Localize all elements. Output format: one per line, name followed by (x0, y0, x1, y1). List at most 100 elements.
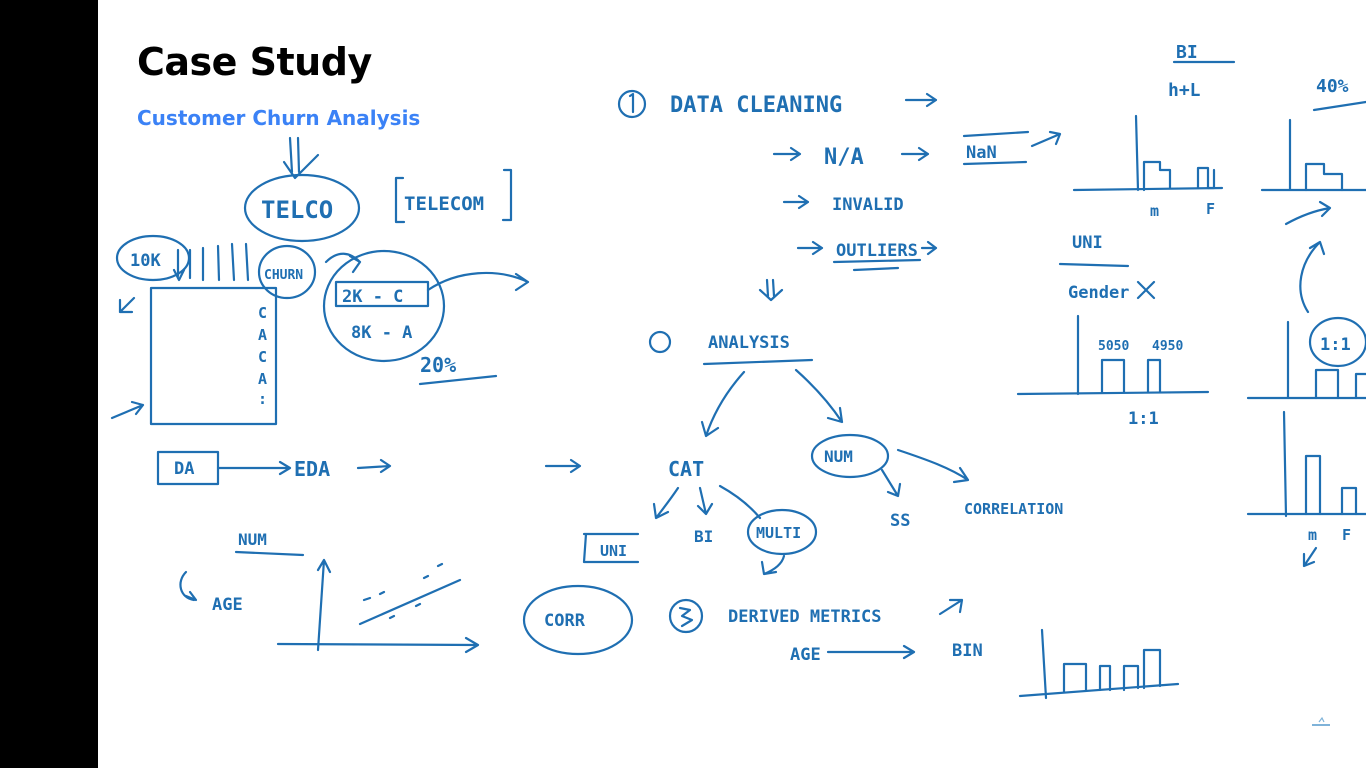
scatter-points (362, 562, 444, 620)
ratio-text: 1:1 (1128, 409, 1159, 429)
age-bin-to-text: BIN (952, 641, 983, 661)
na-text: N/A (824, 145, 864, 170)
correlation-text: CORRELATION (964, 500, 1063, 518)
val-4950-text: 4950 (1152, 339, 1183, 354)
gender-text: Gender (1068, 283, 1129, 303)
telecom-text: TELECOM (404, 193, 484, 215)
ratio-hist-bars (1314, 368, 1366, 400)
nan-text: NaN (966, 143, 997, 163)
to-num-arrow (794, 368, 844, 424)
scatter-sketch: NUM AGE (179, 530, 480, 654)
outliers-text: OUTLIERS (836, 241, 918, 261)
mf-hist-axes (1072, 114, 1224, 192)
invalid-text: INVALID (832, 195, 904, 215)
num-label-underline (234, 550, 305, 557)
churn-label-text: CHURN (264, 268, 303, 283)
telco-group: TELCO TELECOM (243, 136, 513, 243)
churn-col-val-5: : (258, 390, 267, 408)
lead-in-arrow (544, 458, 582, 474)
mf-hist-bars (1142, 160, 1216, 192)
step2-marker (648, 330, 672, 354)
da-to-eda-arrow (216, 460, 292, 476)
video-sidebar (0, 0, 98, 768)
churn-to-counts-arrow (324, 252, 362, 274)
step2-group: ANALYSIS CAT NUM BI MULTI UNI SS CORRELA… (522, 330, 1063, 656)
step3-number (678, 606, 694, 628)
eight-k-text: 8K - A (351, 323, 412, 343)
pct-hist-axes (1260, 118, 1366, 192)
axis-m2-text: m (1308, 526, 1317, 544)
forty-pct-text: 40% (1316, 76, 1349, 97)
to-cat-arrow (700, 370, 746, 438)
axis-f-text: F (1206, 200, 1215, 218)
down-arrow-to-telco (282, 136, 320, 180)
cat-to-multi-line (718, 484, 762, 520)
num-to-corr-arrow (896, 448, 970, 484)
age-to-bin-arrow (826, 644, 916, 660)
age-bin-from-text: AGE (790, 645, 821, 665)
counts-right-arrow (426, 271, 530, 292)
mf2-hist-bars (1304, 454, 1358, 516)
ratio-circle-text: 1:1 (1320, 335, 1351, 355)
step1-arrow (904, 92, 938, 108)
age-arrow (179, 570, 198, 602)
na-arrow (900, 146, 930, 162)
handwritten-annotations: TELCO TELECOM 10K CHURN C A C A : 2K - C (110, 42, 1366, 700)
corr-text: CORR (544, 611, 586, 631)
outliers-lead-arrow (796, 240, 824, 256)
ratio-up-arrow (1299, 240, 1326, 314)
ss-text: SS (890, 511, 910, 531)
watermark-logo-icon (1312, 716, 1330, 726)
eda-right-arrow (356, 458, 392, 474)
two-k-text: 2K - C (342, 287, 403, 307)
pct-hist-arrow (1284, 200, 1332, 226)
step3-group: DERIVED METRICS AGE BIN (668, 598, 1180, 700)
num-plot-label: NUM (238, 530, 267, 549)
scatter-y-axis (316, 558, 332, 652)
uni-gender-text: UNI (1072, 233, 1103, 253)
data-table-group: 10K CHURN C A C A : (110, 234, 362, 426)
bi-text: BI (694, 527, 713, 546)
invalid-arrow (782, 194, 810, 210)
twenty-pct-text: 20% (420, 353, 456, 377)
axis-m-text: m (1150, 202, 1159, 220)
step3-marker (668, 598, 704, 634)
table-left-arrow (118, 296, 136, 314)
ht-l-text: h+L (1168, 80, 1201, 101)
gender-hist-bars (1100, 358, 1162, 394)
churn-col-val-1: C (258, 304, 267, 322)
cat-to-uni-arrow (652, 486, 680, 520)
step2-text: ANALYSIS (708, 333, 790, 353)
trend-line (358, 578, 462, 626)
forty-pct-underline (1312, 100, 1366, 112)
axis-f2-text: F (1342, 526, 1351, 544)
step2-underline (702, 358, 814, 366)
multi-text: MULTI (756, 524, 801, 542)
step3-text: DERIVED METRICS (728, 607, 882, 627)
step1-group: DATA CLEANING N/A NaN INVALID OUTLIERS (617, 89, 1062, 302)
telco-text: TELCO (261, 196, 333, 224)
step1-text: DATA CLEANING (670, 93, 842, 118)
ratio-hist-axes (1246, 320, 1366, 400)
ten-k-text: 10K (130, 251, 161, 271)
da-eda-group: DA EDA (156, 450, 582, 486)
age-text: AGE (212, 595, 243, 615)
churn-col-val-4: A (258, 370, 267, 388)
mf2-down-arrow (1302, 546, 1318, 568)
da-text: DA (174, 459, 194, 479)
outliers-underline (832, 258, 922, 272)
churn-col-val-2: A (258, 326, 267, 344)
gender-cross (1136, 280, 1156, 300)
gender-hist-axes (1016, 314, 1210, 396)
scatter-x-axis (276, 636, 480, 654)
uni-gender-underline (1058, 262, 1130, 268)
outliers-arrow (920, 240, 938, 256)
na-lead-arrow (772, 146, 802, 162)
twenty-pct-underline (418, 374, 498, 386)
val-5050-text: 5050 (1098, 339, 1129, 354)
uni-text: UNI (600, 542, 627, 560)
slide: Case Study Customer Churn Analysis TELCO… (98, 0, 1366, 768)
multi-down-arrow (760, 554, 786, 576)
pct-hist-bars (1304, 162, 1344, 192)
cat-text: CAT (668, 457, 704, 481)
